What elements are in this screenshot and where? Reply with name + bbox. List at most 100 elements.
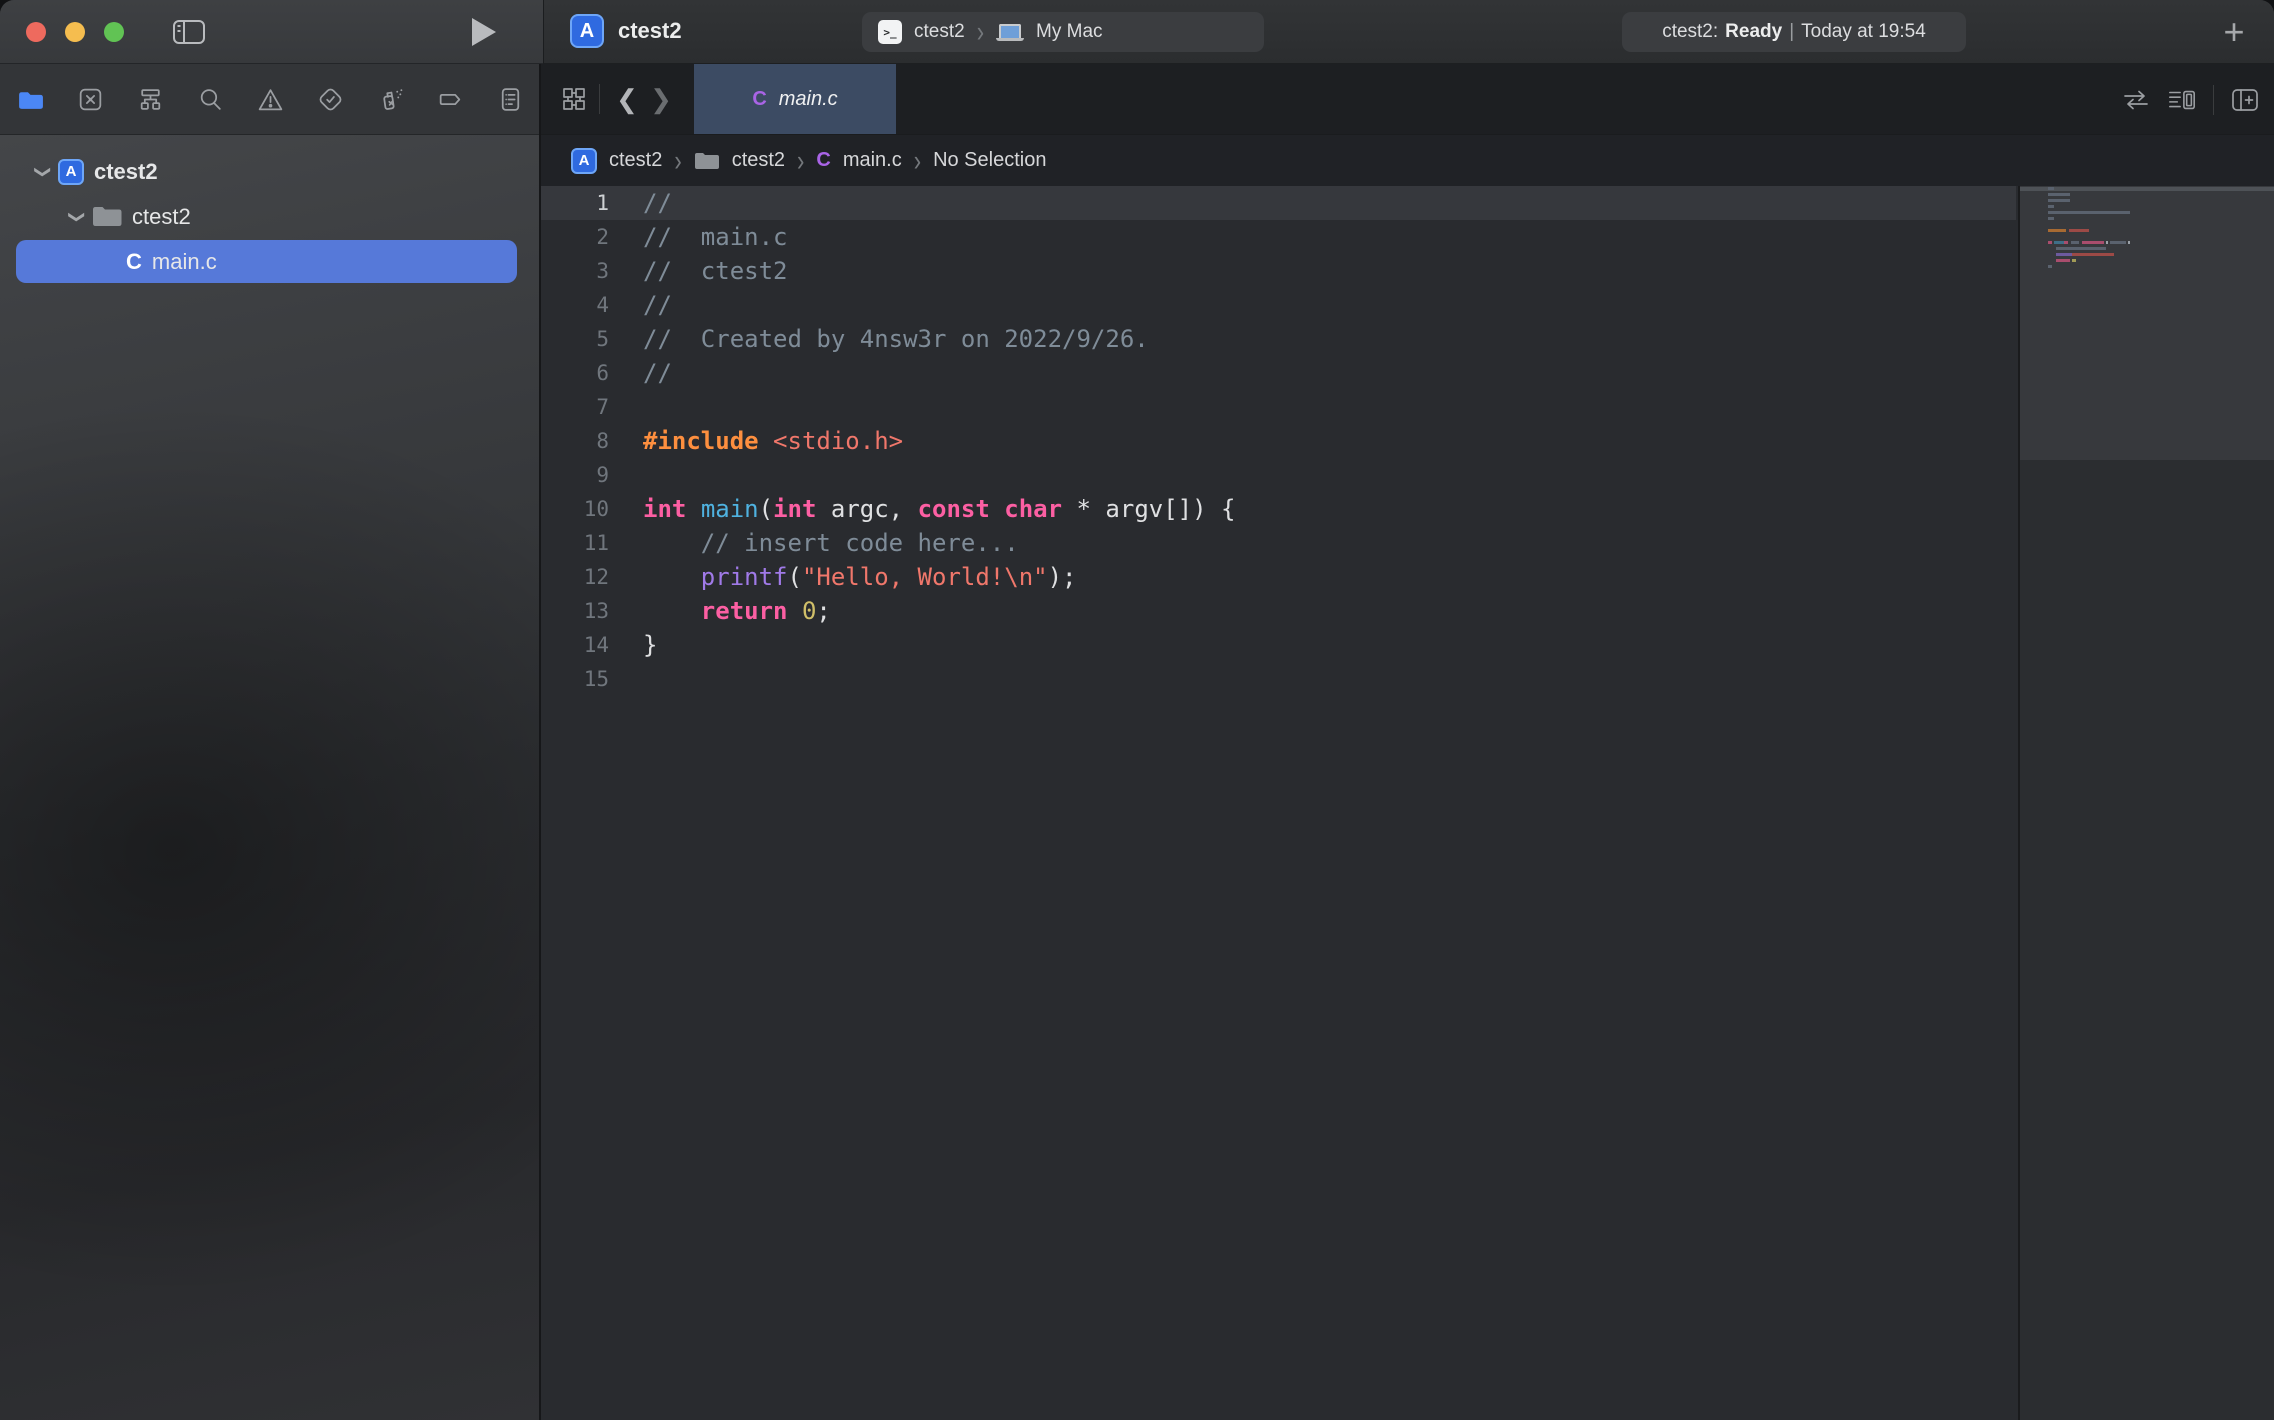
code-text: // main.c [643,220,788,254]
tab-label: main.c [779,88,838,111]
code-text: } [643,628,657,662]
jumpbar-selection[interactable]: No Selection [933,149,1046,172]
run-destination[interactable]: My Mac [1036,21,1103,43]
line-number[interactable]: 2 [541,220,625,254]
close-button[interactable] [26,22,46,42]
source-editor[interactable]: 1//2// main.c3// ctest24//5// Created by… [541,186,2274,1420]
chevron-separator: › [674,143,681,178]
status-time: Today at 19:54 [1801,21,1926,43]
code-text: printf("Hello, World!\n"); [643,560,1077,594]
window-title: ctest2 [618,18,682,44]
code-line-15[interactable]: 15 [541,662,2016,696]
code-line-10[interactable]: 10 int main(int argc, const char * argv[]… [541,492,2016,526]
status-project: ctest2: [1662,21,1718,43]
code-text: int main(int argc, const char * argv[]) … [643,492,1235,526]
go-back-icon[interactable]: ❮ [610,64,644,134]
status-state: Ready [1725,21,1782,43]
line-number[interactable]: 7 [541,390,625,424]
breakpoint-navigator-icon[interactable] [436,85,465,114]
titlebar: A ctest2 >_ ctest2 › My Mac ctest2: Read… [0,0,2274,64]
line-number[interactable]: 10 [541,492,625,526]
line-number[interactable]: 9 [541,458,625,492]
line-number[interactable]: 11 [541,526,625,560]
line-number[interactable]: 6 [541,356,625,390]
jumpbar-group[interactable]: ctest2 [732,149,785,172]
jumpbar-project[interactable]: ctest2 [609,149,662,172]
code-line-14[interactable]: 14} [541,628,2016,662]
chevron-separator: › [977,14,984,49]
code-review-icon[interactable] [2121,87,2151,113]
test-navigator-icon[interactable] [316,85,345,114]
code-line-2[interactable]: 2 // main.c [541,220,2016,254]
project-navigator-icon[interactable] [16,85,45,114]
c-file-icon: C [752,88,766,111]
code-line-5[interactable]: 5 // Created by 4nsw3r on 2022/9/26. [541,322,2016,356]
code-line-6[interactable]: 6 // [541,356,2016,390]
zoom-button[interactable] [104,22,124,42]
line-number[interactable]: 4 [541,288,625,322]
code-text: // [643,356,672,390]
library-add-button[interactable]: + [2216,14,2252,50]
divider [2213,85,2214,115]
line-number[interactable]: 12 [541,560,625,594]
line-number[interactable]: 13 [541,594,625,628]
minimap-visible-region [2020,186,2274,460]
line-number[interactable]: 15 [541,662,625,696]
code-line-1[interactable]: 1// [541,186,2016,220]
tree-row-ctest2[interactable]: ❯Actest2 [0,149,539,194]
jumpbar-file[interactable]: main.c [843,149,902,172]
code-line-3[interactable]: 3// ctest2 [541,254,2016,288]
executable-scheme-icon: >_ [878,20,902,44]
window-controls [26,22,124,42]
chevron-separator: › [914,143,921,178]
scheme-selector[interactable]: >_ ctest2 › My Mac [862,12,1264,52]
editor-options-icon[interactable] [2167,87,2197,113]
activity-view[interactable]: ctest2: Ready | Today at 19:54 [1622,12,1966,52]
find-navigator-icon[interactable] [196,85,225,114]
code-line-8[interactable]: 8#include <stdio.h> [541,424,2016,458]
minimize-button[interactable] [65,22,85,42]
line-number[interactable]: 5 [541,322,625,356]
run-button[interactable] [472,0,496,64]
line-number[interactable]: 1 [541,186,625,220]
toggle-navigator-icon[interactable] [172,0,206,64]
related-items-grid-icon[interactable] [559,64,589,134]
disclosure-chevron-icon[interactable]: ❯ [33,159,53,185]
minimap[interactable] [2018,186,2274,1420]
editor-controls [2105,64,2260,135]
line-number[interactable]: 8 [541,424,625,458]
code-line-11[interactable]: 11 // insert code here... [541,526,2016,560]
go-forward-icon[interactable]: ❯ [644,64,678,134]
code-line-12[interactable]: 12 printf("Hello, World!\n"); [541,560,2016,594]
xcode-window: A ctest2 >_ ctest2 › My Mac ctest2: Read… [0,0,2274,1420]
c-file-icon: C [126,249,142,275]
navigator-sidebar: ❯Actest2❯ctest2Cmain.c [0,64,541,1420]
source-control-navigator-icon[interactable] [76,85,105,114]
code-line-9[interactable]: 9 [541,458,2016,492]
code-text: // [643,288,672,322]
disclosure-chevron-icon[interactable]: ❯ [67,204,87,230]
issue-navigator-icon[interactable] [256,85,285,114]
code-text: // Created by 4nsw3r on 2022/9/26. [643,322,1149,356]
xcode-project-icon: A [58,159,84,185]
code-line-13[interactable]: 13 return 0; [541,594,2016,628]
play-icon [472,18,496,46]
scheme-name[interactable]: ctest2 [914,21,965,43]
tree-row-main.c[interactable]: Cmain.c [0,239,539,284]
code-line-7[interactable]: 7 [541,390,2016,424]
xcode-project-icon: A [570,14,604,48]
xcode-project-icon: A [571,148,597,174]
tab-main-c[interactable]: C main.c [694,64,896,134]
code-line-4[interactable]: 4 // [541,288,2016,322]
folder-icon [694,151,720,171]
code-text: return 0; [643,594,831,628]
debug-navigator-icon[interactable] [376,85,405,114]
line-number[interactable]: 3 [541,254,625,288]
tree-row-ctest2[interactable]: ❯ctest2 [0,194,539,239]
symbol-navigator-icon[interactable] [136,85,165,114]
report-navigator-icon[interactable] [496,85,525,114]
navigator-bar [0,64,539,135]
titlebar-sidebar-section [0,0,543,64]
add-editor-icon[interactable] [2230,87,2260,113]
line-number[interactable]: 14 [541,628,625,662]
